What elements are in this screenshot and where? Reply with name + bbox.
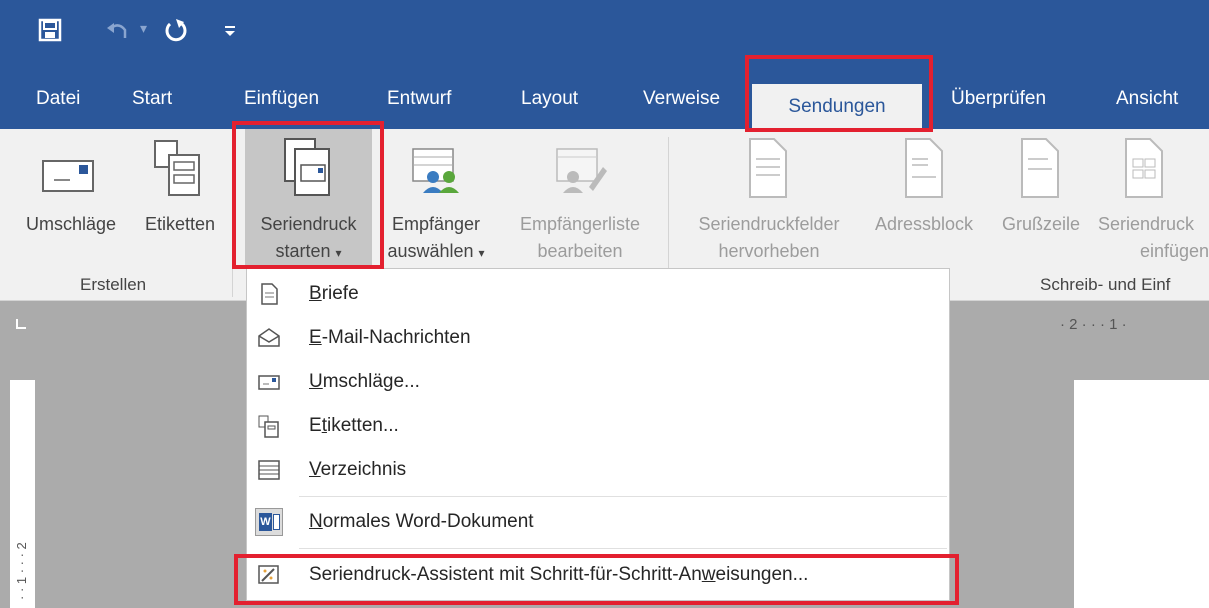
address-block-label: Adressblock — [874, 214, 974, 234]
word-doc-icon: W — [255, 508, 283, 536]
envelopes-label: Umschläge — [25, 214, 117, 234]
letter-icon — [261, 283, 278, 305]
highlight-seriendruck-starten — [232, 121, 384, 269]
insert-field-label-1: Seriendruck — [1098, 214, 1195, 234]
greeting-line-icon — [1021, 138, 1059, 198]
envelope-icon — [42, 160, 94, 192]
labels-icon — [258, 415, 279, 438]
tab-ansicht[interactable]: Ansicht — [1116, 63, 1178, 129]
highlight-fields-label-1: Seriendruckfelder — [698, 214, 840, 234]
vertical-ruler: · · 1 · · · 2 — [10, 380, 35, 608]
tab-verweise[interactable]: Verweise — [643, 63, 720, 129]
menu-separator — [299, 496, 947, 497]
insert-field-label-2: einfügen — [1140, 241, 1209, 261]
labels-icon — [154, 140, 200, 196]
select-recipients-button[interactable]: Empfänger auswählen ▾ — [376, 129, 496, 269]
tab-einfuegen[interactable]: Einfügen — [244, 63, 319, 129]
menu-item-email[interactable]: E-Mail-Nachrichten — [247, 316, 949, 360]
tab-layout[interactable]: Layout — [521, 63, 578, 129]
menu-item-label: Verzeichnis — [309, 459, 407, 480]
labels-button[interactable]: Etiketten — [133, 129, 227, 269]
repeat-icon[interactable] — [163, 17, 189, 43]
labels-label: Etiketten — [144, 214, 216, 234]
menu-item-label: Umschläge... — [309, 371, 420, 392]
document-page[interactable] — [1074, 380, 1209, 608]
highlight-sendungen-tab — [745, 55, 933, 132]
customize-qat-icon[interactable] — [223, 24, 237, 38]
edit-list-icon — [556, 148, 607, 193]
vertical-ruler-marks: · · 1 · · · 2 — [14, 542, 29, 600]
tab-ueberpruefen[interactable]: Überprüfen — [951, 63, 1046, 129]
recipients-icon — [412, 148, 459, 193]
save-icon[interactable] — [38, 18, 62, 42]
group-label-erstellen: Erstellen — [80, 275, 147, 294]
start-mail-merge-menu: Briefe E-Mail-Nachrichten Umschläge... E… — [246, 268, 950, 601]
highlight-wizard-item — [234, 554, 959, 605]
insert-field-icon — [1125, 138, 1163, 198]
menu-item-label: Etiketten... — [309, 415, 399, 436]
menu-item-label: Normales Word-Dokument — [309, 511, 534, 532]
group-label-schreib: Schreib- und Einf — [1040, 275, 1171, 294]
greeting-line-button[interactable]: Grußzeile — [990, 129, 1092, 269]
edit-list-label-1: Empfängerliste — [519, 214, 641, 234]
tab-start[interactable]: Start — [132, 63, 172, 129]
address-block-button[interactable]: Adressblock — [864, 129, 984, 269]
highlight-merge-fields-button[interactable]: Seriendruckfelder hervorheben — [678, 129, 860, 269]
select-recipients-label-2: auswählen ▾ — [387, 241, 485, 261]
envelope-open-icon — [258, 328, 280, 347]
tab-entwurf[interactable]: Entwurf — [387, 63, 451, 129]
greeting-line-label: Grußzeile — [1001, 214, 1081, 234]
envelope-icon — [258, 375, 280, 390]
edit-recipient-list-button[interactable]: Empfängerliste bearbeiten — [500, 129, 660, 269]
directory-icon — [258, 460, 280, 480]
menu-separator — [299, 548, 947, 549]
menu-item-umschlaege[interactable]: Umschläge... — [247, 360, 949, 404]
document-icon — [749, 138, 787, 198]
horizontal-ruler: · 2 · · · 1 · — [1060, 316, 1127, 333]
menu-item-etiketten[interactable]: Etiketten... — [247, 404, 949, 448]
quick-access-toolbar: ▾ — [0, 0, 1209, 63]
menu-item-label: Briefe — [309, 283, 359, 304]
address-block-icon — [905, 138, 943, 198]
menu-item-verzeichnis[interactable]: Verzeichnis — [247, 448, 949, 492]
edit-list-label-2: bearbeiten — [537, 241, 623, 261]
undo-dropdown-icon[interactable]: ▾ — [140, 20, 147, 37]
menu-item-normales-word-dokument[interactable]: W Normales Word-Dokument — [247, 500, 949, 544]
select-recipients-label-1: Empfänger — [391, 214, 481, 234]
undo-icon[interactable] — [105, 18, 129, 42]
menu-item-briefe[interactable]: Briefe — [247, 272, 949, 316]
tab-stop-icon[interactable] — [16, 319, 26, 329]
highlight-fields-label-2: hervorheben — [718, 241, 820, 261]
ribbon-tabs: Datei Start Einfügen Entwurf Layout Verw… — [0, 63, 1209, 129]
insert-merge-field-button[interactable]: Seriendruck einfügen — [1094, 129, 1209, 269]
envelopes-button[interactable]: Umschläge — [10, 129, 132, 269]
menu-item-label: E-Mail-Nachrichten — [309, 327, 471, 348]
tab-datei[interactable]: Datei — [36, 63, 80, 129]
